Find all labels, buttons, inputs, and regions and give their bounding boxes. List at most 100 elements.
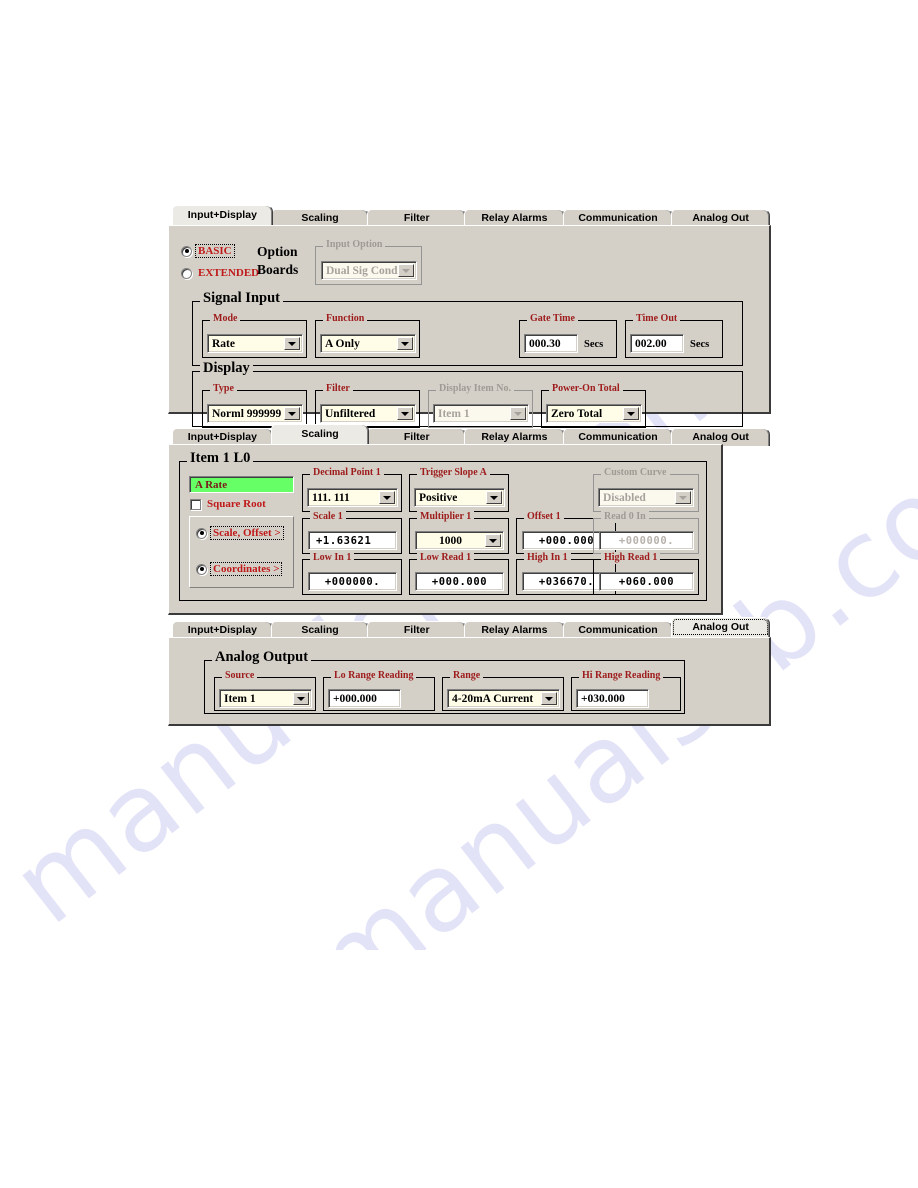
- chevron-down-icon[interactable]: [675, 491, 691, 504]
- chevron-down-icon[interactable]: [485, 534, 501, 547]
- square-root-checkbox-indicator: [190, 498, 201, 510]
- tab-analog-out[interactable]: Analog Out: [671, 617, 770, 637]
- low-in-1-input[interactable]: +000000.: [308, 572, 397, 591]
- group-range-legend: Range: [450, 670, 484, 682]
- type-combo[interactable]: Norml 999999: [207, 404, 303, 423]
- radio-extended[interactable]: EXTENDED: [181, 267, 261, 279]
- group-signal-input-legend: Signal Input: [200, 291, 283, 305]
- chevron-down-icon[interactable]: [623, 407, 639, 420]
- chevron-down-icon[interactable]: [284, 407, 300, 420]
- group-scale-1-legend: Scale 1: [310, 511, 346, 523]
- scale-1-input[interactable]: +1.63621: [308, 531, 397, 550]
- gate-time-input[interactable]: 000.30: [524, 334, 578, 353]
- input-option-combo[interactable]: Dual Sig Cond: [321, 261, 417, 280]
- group-low-in-1: Low In 1 +000000.: [302, 552, 402, 595]
- group-range: Range 4-20mA Current: [442, 670, 564, 711]
- chevron-down-icon[interactable]: [293, 692, 309, 705]
- group-decimal-point-1-legend: Decimal Point 1: [310, 467, 384, 479]
- chevron-down-icon[interactable]: [398, 264, 414, 277]
- panel-scaling: Input+Display Scaling Filter Relay Alarm…: [168, 424, 770, 615]
- high-read-1-input[interactable]: +060.000: [599, 572, 694, 591]
- group-lo-range-reading: Lo Range Reading +000.000: [323, 670, 435, 711]
- tab-label: Input+Display: [187, 431, 257, 443]
- radio-coordinates-indicator: [196, 563, 207, 575]
- group-hi-range-reading-legend: Hi Range Reading: [579, 670, 664, 682]
- lo-range-reading-input[interactable]: +000.000: [328, 689, 401, 708]
- panel-analog-out: Input+Display Scaling Filter Relay Alarm…: [168, 617, 771, 726]
- custom-curve-combo[interactable]: Disabled: [598, 488, 694, 507]
- group-read-0-in-legend: Read 0 In: [601, 511, 649, 523]
- radio-coordinates-label: Coordinates >: [209, 562, 283, 576]
- low-read-1-value: +000.000: [431, 575, 488, 588]
- display-item-no-combo[interactable]: Item 1: [433, 404, 529, 423]
- trigger-slope-a-value: Positive: [419, 491, 458, 504]
- mode-combo[interactable]: Rate: [207, 334, 303, 353]
- chevron-down-icon[interactable]: [379, 491, 395, 504]
- range-combo[interactable]: 4-20mA Current: [447, 689, 560, 708]
- tab-label: Analog Out: [692, 212, 749, 224]
- group-display-legend: Display: [200, 361, 253, 375]
- filter-value: Unfiltered: [325, 407, 376, 420]
- hi-range-reading-value: +030.000: [581, 692, 625, 705]
- display-item-no-value: Item 1: [438, 407, 470, 420]
- chevron-down-icon[interactable]: [510, 407, 526, 420]
- low-read-1-input[interactable]: +000.000: [415, 572, 504, 591]
- custom-curve-value: Disabled: [603, 491, 646, 504]
- multiplier-1-value: 1000: [439, 534, 462, 547]
- function-combo[interactable]: A Only: [320, 334, 416, 353]
- group-multiplier-1-legend: Multiplier 1: [417, 511, 475, 523]
- power-on-total-value: Zero Total: [551, 407, 603, 420]
- chevron-down-icon[interactable]: [397, 337, 413, 350]
- lo-range-reading-value: +000.000: [333, 692, 377, 705]
- read-0-in-input[interactable]: +000000.: [599, 531, 694, 550]
- radio-scale-offset-indicator: [196, 527, 207, 539]
- multiplier-1-combo[interactable]: 1000: [415, 531, 504, 550]
- tab-input-display[interactable]: Input+Display: [172, 205, 273, 225]
- group-filter-legend: Filter: [323, 383, 353, 395]
- chevron-down-icon[interactable]: [397, 407, 413, 420]
- trigger-slope-a-combo[interactable]: Positive: [414, 488, 505, 507]
- panel-body-analog-out: Analog Output Source Item 1 Lo Range Rea…: [168, 637, 771, 726]
- group-display-item-no: Display Item No. Item 1: [428, 383, 533, 428]
- radio-basic-indicator: [181, 245, 192, 257]
- time-out-unit: Secs: [690, 339, 710, 350]
- tab-label: Analog Out: [692, 431, 749, 443]
- group-mode-legend: Mode: [210, 313, 241, 325]
- group-analog-output: Analog Output Source Item 1 Lo Range Rea…: [204, 650, 685, 714]
- tab-label: Input+Display: [187, 624, 257, 636]
- checkbox-square-root[interactable]: Square Root: [190, 498, 268, 510]
- chevron-down-icon[interactable]: [284, 337, 300, 350]
- chevron-down-icon[interactable]: [541, 692, 557, 705]
- group-analog-output-legend: Analog Output: [212, 650, 312, 664]
- filter-combo[interactable]: Unfiltered: [320, 404, 416, 423]
- low-in-1-value: +000000.: [324, 575, 381, 588]
- scale-1-value: +1.63621: [316, 534, 372, 547]
- radio-extended-label: EXTENDED: [198, 267, 260, 279]
- group-custom-curve: Custom Curve Disabled: [593, 467, 699, 512]
- hi-range-reading-input[interactable]: +030.000: [576, 689, 649, 708]
- tab-scaling[interactable]: Scaling: [270, 424, 370, 444]
- decimal-point-1-combo[interactable]: 111. 111: [307, 488, 398, 507]
- source-combo[interactable]: Item 1: [219, 689, 312, 708]
- group-power-on-total-legend: Power-On Total: [549, 383, 623, 395]
- group-trigger-slope-a-legend: Trigger Slope A: [417, 467, 490, 479]
- read-0-in-value: +000000.: [618, 534, 675, 547]
- function-value: A Only: [325, 337, 360, 350]
- radio-basic[interactable]: BASIC: [181, 244, 235, 258]
- radio-scale-offset-label: Scale, Offset >: [210, 526, 284, 540]
- group-low-in-1-legend: Low In 1: [310, 552, 355, 564]
- tab-label: Scaling: [301, 624, 339, 636]
- decimal-point-1-value: 111. 111: [312, 491, 350, 504]
- group-display-item-no-legend: Display Item No.: [436, 383, 514, 395]
- radio-coordinates[interactable]: Coordinates >: [196, 562, 283, 576]
- radio-extended-indicator: [181, 267, 192, 279]
- panel-body-input-display: BASIC EXTENDED Option Boards Input Optio…: [168, 225, 771, 428]
- tab-label: Relay Alarms: [481, 212, 548, 224]
- tab-label: Filter: [403, 624, 430, 636]
- chevron-down-icon[interactable]: [486, 491, 502, 504]
- power-on-total-combo[interactable]: Zero Total: [546, 404, 642, 423]
- radio-scale-offset[interactable]: Scale, Offset >: [196, 526, 284, 540]
- time-out-input[interactable]: 002.00: [630, 334, 684, 353]
- group-source: Source Item 1: [214, 670, 316, 711]
- group-input-option-legend: Input Option: [323, 239, 386, 251]
